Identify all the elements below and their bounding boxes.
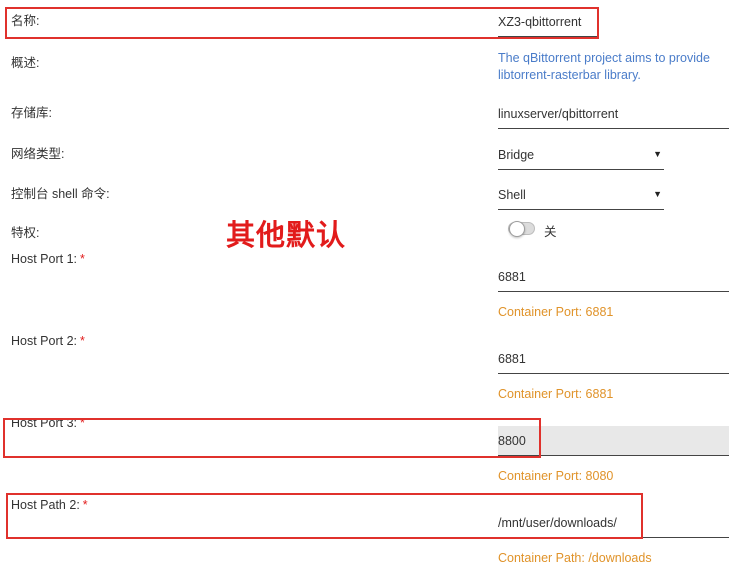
console-shell-value: Shell — [498, 188, 526, 202]
overview-text: The qBittorrent project aims to provide … — [498, 51, 710, 82]
host-port-3-label-text: Host Port 3: — [11, 416, 77, 430]
host-port-2-input[interactable]: 6881 — [498, 344, 729, 374]
toggle-knob — [509, 221, 525, 237]
host-port-1-label-text: Host Port 1: — [11, 252, 77, 266]
repository-input[interactable]: linuxserver/qbittorrent — [498, 99, 729, 129]
repository-label: 存储库: — [11, 106, 52, 120]
host-port-2-hint: Container Port: 6881 — [498, 387, 614, 401]
host-path-2-label-text: Host Path 2: — [11, 498, 80, 512]
host-port-2-label-text: Host Port 2: — [11, 334, 77, 348]
network-type-label: 网络类型: — [11, 147, 65, 161]
host-port-3-hint: Container Port: 8080 — [498, 469, 614, 483]
host-path-2-input[interactable]: /mnt/user/downloads/ — [498, 508, 729, 538]
host-port-2-label: Host Port 2: * — [11, 334, 85, 348]
privileged-toggle[interactable] — [508, 221, 535, 237]
network-type-select[interactable]: Bridge ▼ — [498, 140, 664, 170]
overview-label: 概述: — [11, 56, 40, 70]
host-port-1-label: Host Port 1: * — [11, 252, 85, 266]
caret-down-icon: ▼ — [653, 149, 662, 159]
name-label: 名称: — [11, 14, 40, 28]
console-shell-label: 控制台 shell 命令: — [11, 187, 110, 201]
host-port-3-input[interactable]: 8800 — [498, 426, 729, 456]
host-path-2-label: Host Path 2: * — [11, 498, 88, 512]
network-type-value: Bridge — [498, 148, 535, 162]
host-port-3-label: Host Port 3: * — [11, 416, 85, 430]
console-shell-select[interactable]: Shell ▼ — [498, 180, 664, 210]
annotation-text: 其他默认 — [226, 218, 347, 252]
privileged-state-label: 关 — [544, 225, 557, 239]
host-port-1-input[interactable]: 6881 — [498, 262, 729, 292]
required-marker: * — [80, 334, 85, 348]
caret-down-icon: ▼ — [653, 189, 662, 199]
required-marker: * — [80, 416, 85, 430]
host-path-2-hint: Container Path: /downloads — [498, 551, 652, 565]
privileged-label: 特权: — [11, 226, 40, 240]
name-input[interactable]: XZ3-qbittorrent — [498, 7, 598, 37]
required-marker: * — [80, 252, 85, 266]
required-marker: * — [82, 498, 88, 512]
host-port-1-hint: Container Port: 6881 — [498, 305, 614, 319]
